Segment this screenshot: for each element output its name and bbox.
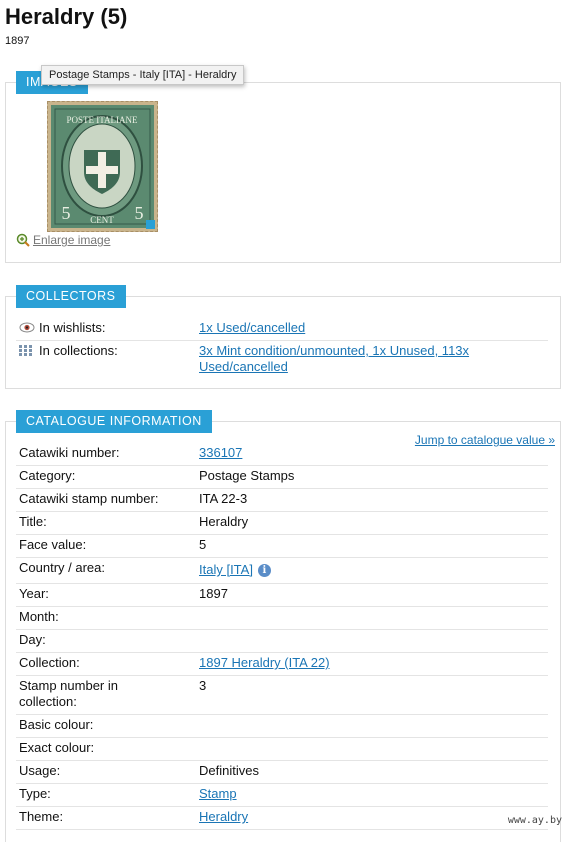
row-label: Collection:	[19, 655, 80, 670]
stamp-top-text: POSTE ITALIANE	[66, 115, 138, 125]
catalogue-row: Exact colour:	[16, 737, 548, 761]
collectors-row-collections: In collections: 3x Mint condition/unmoun…	[16, 340, 548, 379]
row-value: Definitives	[199, 763, 259, 778]
row-label: Category:	[19, 468, 76, 483]
grid-icon	[19, 345, 32, 356]
row-value: 3	[199, 678, 207, 693]
collection-link[interactable]: 1897 Heraldry (ITA 22)	[199, 655, 330, 670]
stamp-bottom-text: CENT	[90, 215, 114, 225]
row-label: Face value:	[19, 537, 87, 552]
enlarge-image-link[interactable]: Enlarge image	[16, 233, 110, 247]
catalogue-row: Face value: 5	[16, 534, 548, 558]
theme-link[interactable]: Heraldry	[199, 809, 248, 824]
row-label: Usage:	[19, 763, 61, 778]
row-label: Catawiki stamp number:	[19, 491, 159, 506]
row-label: Day:	[19, 632, 46, 647]
catalogue-row: Type: Stamp	[16, 783, 548, 807]
collections-label: In collections:	[39, 343, 118, 358]
collections-label-wrap: In collections:	[19, 343, 118, 358]
row-label: Basic colour:	[19, 717, 94, 732]
collectors-row-wishlists: In wishlists: 1x Used/cancelled	[16, 317, 548, 341]
page-title: Heraldry (5)	[5, 4, 128, 29]
stamp-value-right: 5	[135, 203, 144, 223]
row-label: Month:	[19, 609, 59, 624]
collections-link[interactable]: 3x Mint condition/unmounted, 1x Unused, …	[199, 343, 469, 374]
catalogue-row: Day:	[16, 629, 548, 653]
catalogue-row: Stamp number in collection: 3	[16, 675, 548, 715]
catalogue-row: Theme: Heraldry	[16, 806, 548, 830]
row-label: Stamp number in collection:	[19, 678, 118, 709]
row-label: Theme:	[19, 809, 64, 824]
catalogue-panel: CATALOGUE INFORMATION Jump to catalogue …	[5, 410, 561, 842]
collectors-panel: COLLECTORS In wishlists: 1x Used/cancell…	[5, 285, 561, 389]
catalogue-row: Category: Postage Stamps	[16, 465, 548, 489]
row-value: 5	[199, 537, 207, 552]
stamp-image-graphic: POSTE ITALIANE CENT 5 5	[51, 105, 155, 229]
row-label: Exact colour:	[19, 740, 95, 755]
catalogue-row: Collection: 1897 Heraldry (ITA 22)	[16, 652, 548, 676]
catalogue-row: Year: 1897	[16, 583, 548, 607]
catalogue-row: Basic colour:	[16, 714, 548, 738]
catalogue-row: Month:	[16, 606, 548, 630]
catalogue-row: Catawiki number: 336107	[16, 442, 548, 466]
wishlists-link[interactable]: 1x Used/cancelled	[199, 320, 305, 335]
images-panel: IMAGES POSTE ITALIANE CENT 5 5 Enlarge i…	[5, 71, 561, 263]
catalogue-row: Usage: Definitives	[16, 760, 548, 784]
row-label: Type:	[19, 786, 51, 801]
type-link[interactable]: Stamp	[199, 786, 237, 801]
row-value: 1897	[199, 586, 228, 601]
catalogue-row: Title: Heraldry	[16, 511, 548, 535]
catawiki-number-link[interactable]: 336107	[199, 445, 242, 460]
enlarge-image-label[interactable]: Enlarge image	[33, 233, 110, 247]
row-label: Year:	[19, 586, 49, 601]
row-value: Postage Stamps	[199, 468, 295, 483]
catalogue-row: Catawiki stamp number: ITA 22-3	[16, 488, 548, 512]
row-value: Heraldry	[199, 514, 249, 529]
row-label: Catawiki number:	[19, 445, 120, 460]
row-value: ITA 22-3	[199, 491, 248, 506]
wishlists-label: In wishlists:	[39, 320, 106, 335]
magnifier-plus-icon	[16, 233, 30, 247]
catalogue-header: CATALOGUE INFORMATION	[16, 410, 212, 433]
row-label: Title:	[19, 514, 47, 529]
stamp-image[interactable]: POSTE ITALIANE CENT 5 5	[47, 101, 158, 232]
wishlists-label-wrap: In wishlists:	[19, 320, 105, 335]
watermark: www.ay.by	[507, 815, 562, 826]
catalogue-row: Country / area: Italy [ITA] i	[16, 557, 548, 584]
row-label: Country / area:	[19, 560, 105, 575]
country-area-link[interactable]: Italy [ITA]	[199, 562, 253, 577]
collectors-header: COLLECTORS	[16, 285, 126, 308]
info-icon[interactable]: i	[257, 564, 271, 577]
eye-icon	[19, 322, 35, 333]
tooltip: Postage Stamps - Italy [ITA] - Heraldry	[41, 65, 245, 85]
stamp-value-left: 5	[62, 203, 71, 223]
page-subtitle-year: 1897	[5, 35, 30, 47]
